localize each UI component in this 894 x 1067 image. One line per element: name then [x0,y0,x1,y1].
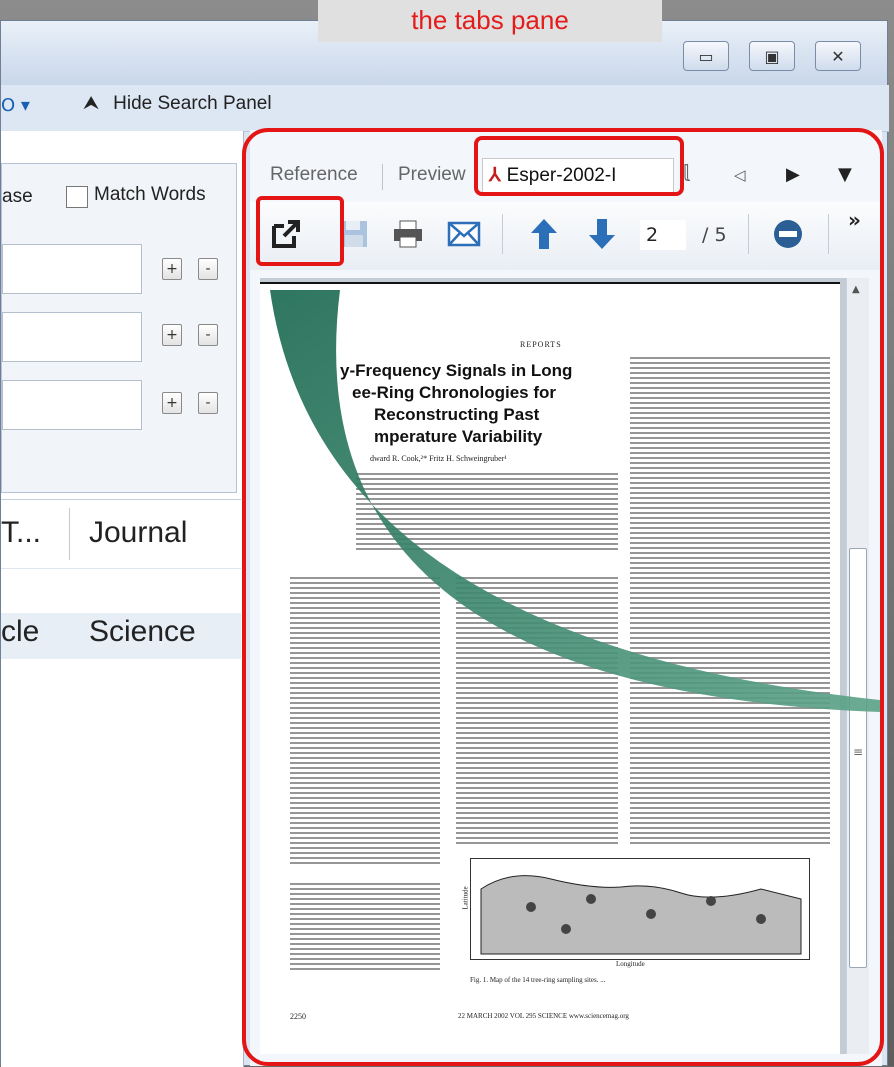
search-dropdown[interactable]: O ▾ [1,95,47,119]
highlight-tabs-pane [242,128,884,1066]
minimize-icon: ▭ [698,46,714,66]
search-options: ase Match Words + - + - + - [1,163,237,493]
close-button[interactable]: ✕ [815,41,861,71]
remove-field-button-3[interactable]: - [198,392,218,414]
add-field-button-2[interactable]: + [162,324,182,346]
search-option-partial: ase [2,186,33,207]
cell-journal: Science [89,615,196,648]
callout-label: the tabs pane [318,0,662,42]
remove-field-button-1[interactable]: - [198,258,218,280]
column-journal[interactable]: Journal [89,516,187,550]
restore-icon: ▣ [764,46,780,66]
remove-field-button-2[interactable]: - [198,324,218,346]
close-icon: ✕ [831,46,845,66]
restore-button[interactable]: ▣ [749,41,795,71]
highlight-open-external-button [256,196,344,266]
add-field-button-3[interactable]: + [162,392,182,414]
search-field-2[interactable] [2,312,142,362]
search-panel: ase Match Words + - + - + - T... Journal… [1,131,244,1067]
table-header: T... Journal [1,499,241,569]
search-field-1[interactable] [2,244,142,294]
search-bar: O ▾ ⮝ Hide Search Panel [1,85,889,132]
table-row[interactable]: cle Science [1,613,241,659]
match-words-label: Match Words [94,184,206,205]
search-field-3[interactable] [2,380,142,430]
column-divider[interactable] [69,508,70,560]
cell-type: cle [1,615,40,648]
collapse-up-icon: ⮝ [83,93,100,114]
add-field-button-1[interactable]: + [162,258,182,280]
match-words-checkbox[interactable] [66,186,88,208]
column-type[interactable]: T... [1,516,41,550]
hide-search-panel-button[interactable]: ⮝ Hide Search Panel [83,93,272,115]
highlight-active-tab [474,136,684,196]
minimize-button[interactable]: ▭ [683,41,729,71]
